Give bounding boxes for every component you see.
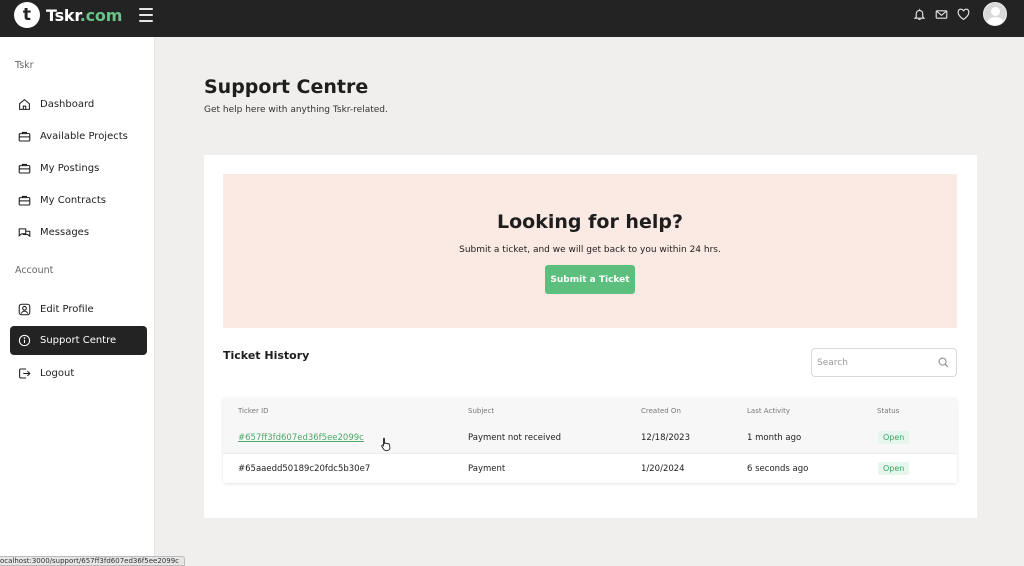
logout-icon — [18, 367, 31, 380]
status-badge: Open — [878, 431, 910, 444]
home-icon — [18, 98, 31, 111]
sidebar-item-available-projects[interactable]: Available Projects — [10, 122, 147, 150]
user-icon — [18, 303, 31, 316]
sidebar-item-label: Edit Profile — [40, 303, 94, 315]
sidebar-item-support-centre[interactable]: Support Centre — [10, 326, 147, 355]
briefcase-icon — [18, 194, 31, 207]
ticket-id-link[interactable]: #657ff3fd607ed36f5ee2099c — [238, 433, 364, 443]
heart-icon[interactable] — [955, 6, 971, 22]
column-header-subject: Subject — [468, 407, 495, 415]
sidebar-item-messages[interactable]: Messages — [10, 218, 147, 246]
ticket-history-title: Ticket History — [223, 349, 310, 362]
status-badge: Open — [878, 462, 910, 475]
ticket-last-activity: 1 month ago — [747, 433, 802, 443]
search-box — [811, 348, 957, 377]
brand-name: Tskr.com — [46, 6, 122, 25]
sidebar-item-my-contracts[interactable]: My Contracts — [10, 186, 147, 214]
help-banner: Looking for help? Submit a ticket, and w… — [223, 174, 957, 328]
column-header-last-activity: Last Activity — [747, 407, 790, 415]
sidebar: Tskr Dashboard Available Projects My Pos… — [0, 37, 155, 566]
avatar[interactable] — [983, 2, 1007, 26]
ticket-id[interactable]: #65aaedd50189c20fdc5b30e7 — [238, 464, 370, 474]
sidebar-item-logout[interactable]: Logout — [10, 359, 147, 387]
sidebar-item-label: Messages — [40, 226, 90, 238]
ticket-created-on: 12/18/2023 — [641, 433, 690, 443]
column-header-status: Status — [877, 407, 900, 415]
page-title: Support Centre — [204, 76, 369, 98]
logo-mark: t — [14, 2, 40, 28]
ticket-table: Ticker ID Subject Created On Last Activi… — [223, 398, 957, 483]
brand-tld: .com — [79, 5, 123, 25]
ticket-created-on: 1/20/2024 — [641, 464, 685, 474]
top-icons — [905, 2, 1007, 26]
ticket-subject: Payment not received — [468, 433, 561, 443]
column-header-ticket-id: Ticker ID — [238, 407, 269, 415]
table-header: Ticker ID Subject Created On Last Activi… — [223, 398, 957, 423]
help-banner-text: Submit a ticket, and we will get back to… — [459, 245, 721, 255]
menu-toggle-icon[interactable] — [139, 8, 153, 22]
sidebar-item-label: My Contracts — [40, 194, 106, 206]
table-row[interactable]: #657ff3fd607ed36f5ee2099c Payment not re… — [223, 423, 957, 453]
search-icon[interactable] — [938, 357, 949, 368]
logo[interactable]: t Tskr.com — [14, 2, 122, 28]
hand-cursor-icon — [381, 437, 391, 451]
help-banner-title: Looking for help? — [497, 211, 683, 233]
info-icon — [18, 334, 31, 347]
sidebar-item-label: Dashboard — [40, 98, 95, 110]
browser-status-bar: ocalhost:3000/support/657ff3fd607ed36f5e… — [0, 556, 185, 566]
briefcase-icon — [18, 130, 31, 143]
sidebar-section-account: Account — [15, 265, 54, 276]
mail-icon[interactable] — [933, 6, 949, 22]
sidebar-item-label: Logout — [40, 367, 75, 379]
column-header-created-on: Created On — [641, 407, 681, 415]
sidebar-item-my-postings[interactable]: My Postings — [10, 154, 147, 182]
sidebar-item-label: Support Centre — [40, 335, 117, 346]
page-subtitle: Get help here with anything Tskr-related… — [204, 105, 388, 115]
ticket-subject: Payment — [468, 464, 506, 474]
chat-icon — [18, 226, 31, 239]
top-navbar: t Tskr.com — [0, 0, 1024, 37]
sidebar-section-main: Tskr — [15, 60, 34, 71]
sidebar-item-dashboard[interactable]: Dashboard — [10, 90, 147, 118]
search-input[interactable] — [812, 349, 932, 376]
briefcase-icon — [18, 162, 31, 175]
sidebar-item-edit-profile[interactable]: Edit Profile — [10, 295, 147, 323]
support-card: Looking for help? Submit a ticket, and w… — [204, 155, 977, 518]
ticket-last-activity: 6 seconds ago — [747, 464, 809, 474]
sidebar-item-label: Available Projects — [40, 130, 128, 142]
sidebar-item-label: My Postings — [40, 162, 100, 174]
brand-name-text: Tskr — [46, 5, 80, 25]
table-row[interactable]: #65aaedd50189c20fdc5b30e7 Payment 1/20/2… — [223, 453, 957, 483]
submit-ticket-button[interactable]: Submit a Ticket — [545, 265, 635, 294]
bell-icon[interactable] — [911, 6, 927, 22]
